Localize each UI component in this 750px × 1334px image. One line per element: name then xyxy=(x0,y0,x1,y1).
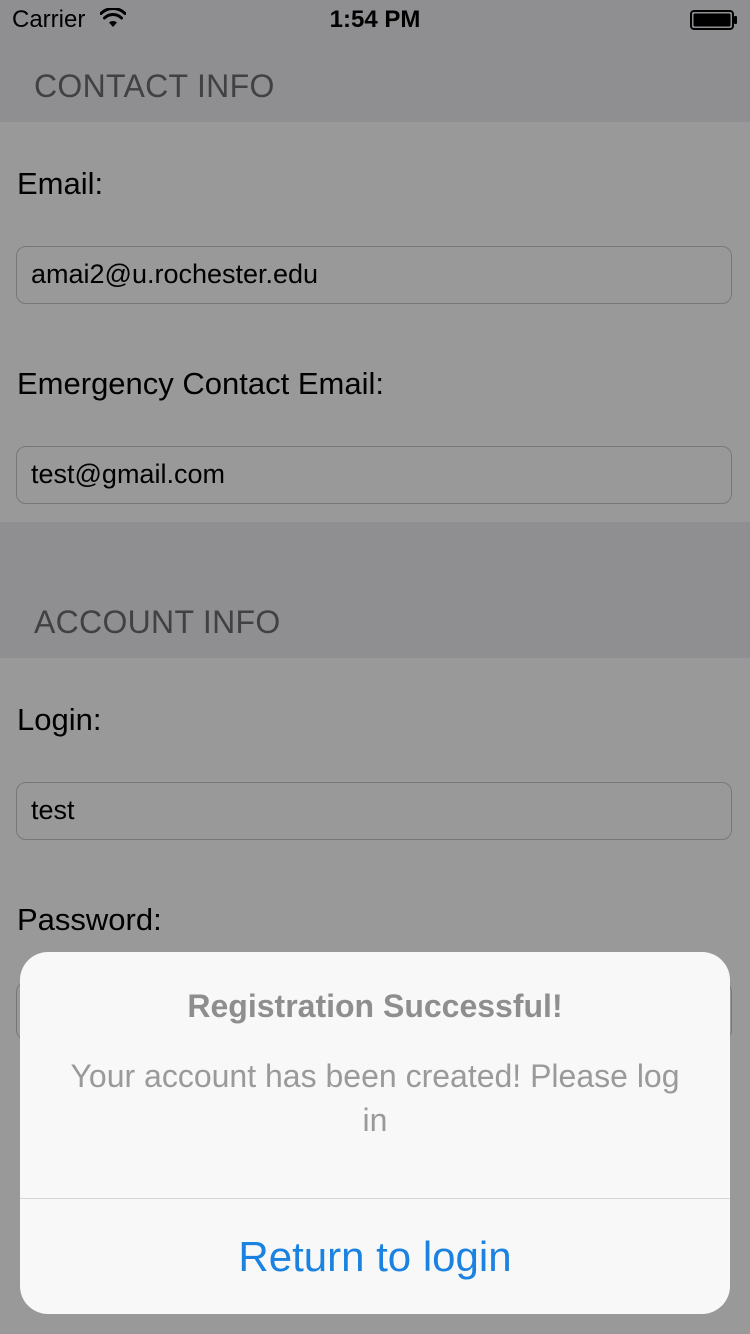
return-to-login-button[interactable]: Return to login xyxy=(20,1199,730,1314)
registration-alert: Registration Successful! Your account ha… xyxy=(20,952,730,1314)
alert-title: Registration Successful! xyxy=(187,988,563,1024)
alert-message: Your account has been created! Please lo… xyxy=(70,1058,680,1138)
